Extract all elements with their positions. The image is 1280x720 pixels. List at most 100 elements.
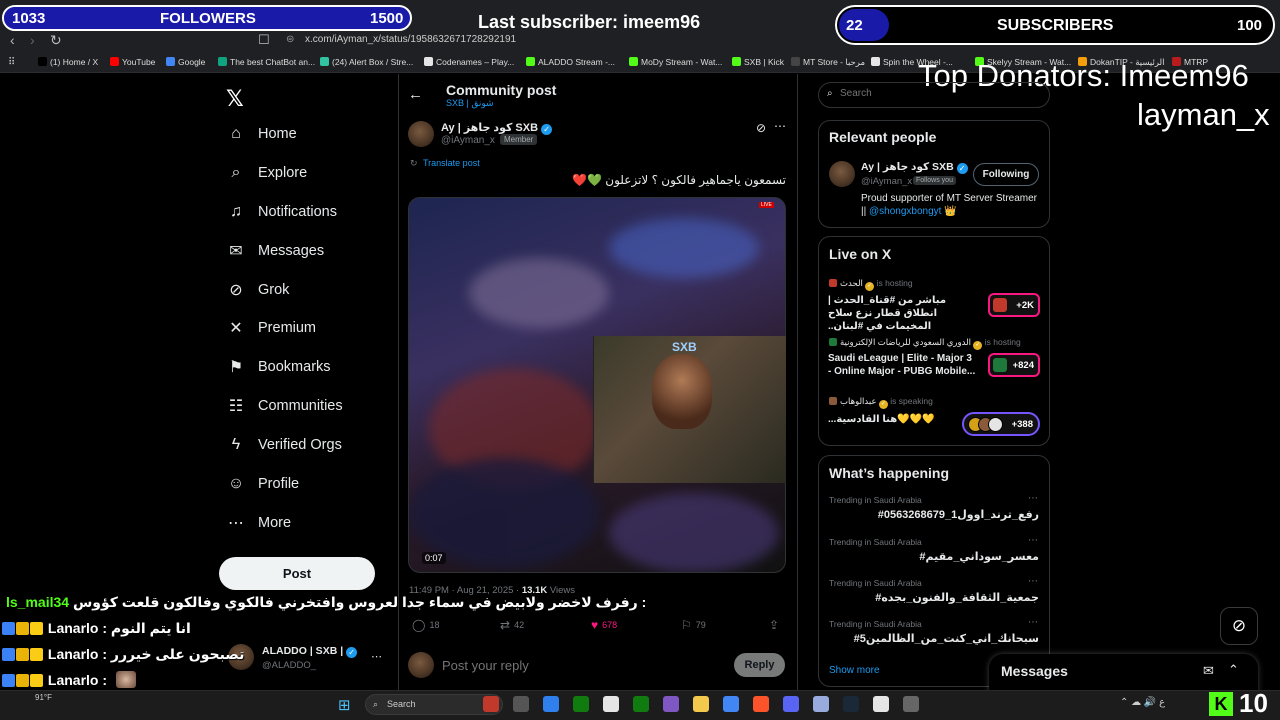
live-host[interactable]: الحدث ✓ is hosting bbox=[829, 278, 913, 291]
relevant-person-avatar[interactable] bbox=[829, 161, 855, 187]
bookmark-item[interactable]: Google bbox=[166, 57, 205, 67]
discord-icon[interactable] bbox=[783, 696, 799, 712]
relevant-person-name[interactable]: Ay | كود جاهز SXB ✓ bbox=[861, 161, 968, 174]
more-options-icon[interactable]: ⋯ bbox=[774, 119, 786, 133]
sidebar-item-verified-orgs[interactable]: ϟ Verified Orgs bbox=[226, 431, 386, 459]
following-button[interactable]: Following bbox=[973, 163, 1039, 186]
bookmark-item[interactable]: The best ChatBot an... bbox=[218, 57, 315, 67]
live-listener-count[interactable]: +2K bbox=[988, 293, 1040, 317]
bookmark-item[interactable]: (1) Home / X bbox=[38, 57, 98, 67]
weather-widget[interactable]: 91°F bbox=[35, 693, 52, 702]
chrome-icon[interactable] bbox=[723, 696, 739, 712]
author-name[interactable]: Ay | كود جاهز SXB ✓ bbox=[441, 121, 553, 135]
obs-icon[interactable] bbox=[903, 696, 919, 712]
grok-icon[interactable]: ⊘ bbox=[756, 121, 766, 135]
search-input[interactable] bbox=[840, 88, 1040, 99]
reply-author-handle[interactable]: @ALADDO_ bbox=[262, 660, 316, 671]
relevant-people-title: Relevant people bbox=[829, 129, 937, 145]
bookmark-page-icon[interactable]: ☐ bbox=[258, 32, 270, 48]
trend-name[interactable]: #معسر_سوداني_مقيم bbox=[829, 550, 1039, 563]
trend-name[interactable]: #سبحانك_اني_كنت_من_الظالمين5 bbox=[829, 632, 1039, 645]
site-info-icon[interactable]: ⊜ bbox=[286, 34, 294, 45]
share-action[interactable]: ⇪ bbox=[769, 618, 779, 632]
trend-more-icon[interactable]: ⋯ bbox=[1028, 576, 1038, 587]
reply-author-name[interactable]: ALADDO | SXB | ✓ bbox=[262, 645, 358, 658]
app-icon[interactable] bbox=[483, 696, 499, 712]
xbox-game-icon[interactable] bbox=[633, 696, 649, 712]
task-view-icon[interactable] bbox=[513, 696, 529, 712]
back-arrow-icon[interactable]: ‹ bbox=[10, 32, 15, 48]
reply-input[interactable] bbox=[442, 658, 722, 673]
top-donator-second: layman_x bbox=[1137, 97, 1270, 132]
bookmark-item[interactable]: Codenames – Play... bbox=[424, 57, 514, 67]
bio-mention[interactable]: @shongxbongyt bbox=[869, 206, 941, 217]
like-action[interactable]: ♥ 678 bbox=[591, 618, 617, 632]
brave-icon[interactable] bbox=[753, 696, 769, 712]
trend-more-icon[interactable]: ⋯ bbox=[1028, 535, 1038, 546]
sidebar-item-communities[interactable]: ☷ Communities bbox=[226, 392, 386, 420]
sidebar-item-more[interactable]: ⋯ More bbox=[226, 509, 386, 537]
file-explorer-icon[interactable] bbox=[693, 696, 709, 712]
widgets-icon[interactable] bbox=[543, 696, 559, 712]
sidebar-item-bookmarks[interactable]: ⚑ Bookmarks bbox=[226, 353, 386, 381]
bookmark-item[interactable]: MT Store - مرحبا bbox=[791, 57, 865, 68]
author-handle[interactable]: @iAyman_x bbox=[441, 135, 495, 146]
sidebar-item-profile[interactable]: ☺ Profile bbox=[226, 470, 386, 498]
author-avatar[interactable] bbox=[408, 121, 434, 147]
sidebar-item-grok[interactable]: ⊘ Grok bbox=[226, 276, 386, 304]
repost-count: 42 bbox=[514, 620, 525, 630]
show-more-link[interactable]: Show more bbox=[829, 665, 880, 676]
bookmark-item[interactable]: SXB | Kick bbox=[732, 57, 784, 67]
x-logo-icon[interactable]: 𝕏 bbox=[226, 86, 244, 112]
post-button[interactable]: Post bbox=[219, 557, 375, 590]
app-icon[interactable] bbox=[873, 696, 889, 712]
address-bar[interactable]: x.com/iAyman_x/status/195863267172829219… bbox=[305, 34, 516, 45]
live-title[interactable]: Saudi eLeague | Elite - Major 3 - Online… bbox=[828, 352, 978, 378]
more-options-icon[interactable]: ⋯ bbox=[371, 650, 382, 663]
bookmark-label: MT Store - مرحبا bbox=[803, 57, 866, 67]
trend-more-icon[interactable]: ⋯ bbox=[1028, 617, 1038, 628]
trend-more-icon[interactable]: ⋯ bbox=[1028, 493, 1038, 504]
bookmark-item[interactable]: YouTube bbox=[110, 57, 155, 67]
bookmark-item[interactable]: (24) Alert Box / Stre... bbox=[320, 57, 413, 67]
taskbar-search-text[interactable]: Search bbox=[387, 699, 416, 709]
sidebar-item-premium[interactable]: ✕ Premium bbox=[226, 314, 386, 342]
windows-start-icon[interactable]: ⊞ bbox=[338, 696, 351, 714]
sidebar-item-home[interactable]: ⌂ Home bbox=[226, 120, 386, 148]
reload-icon[interactable]: ↻ bbox=[50, 32, 62, 49]
community-name[interactable]: SXB | شونق bbox=[446, 98, 494, 109]
notepad-icon[interactable] bbox=[813, 696, 829, 712]
sidebar-item-messages[interactable]: ✉ Messages bbox=[226, 237, 386, 265]
xbox-icon[interactable] bbox=[573, 696, 589, 712]
space-listeners[interactable]: +388 bbox=[962, 412, 1040, 436]
repost-action[interactable]: ⇄ 42 bbox=[500, 618, 524, 632]
system-tray[interactable]: ⌃ ☁ 🔊 ع bbox=[1120, 697, 1165, 708]
reply-button[interactable]: Reply bbox=[734, 653, 785, 677]
live-host[interactable]: عبدالوهاب ✓ is speaking bbox=[829, 396, 933, 409]
bookmark-item[interactable]: ALADDO Stream -... bbox=[526, 57, 615, 67]
steam-icon[interactable] bbox=[843, 696, 859, 712]
grok-floating-button[interactable]: ⊘ bbox=[1220, 607, 1258, 645]
back-arrow-icon[interactable]: ← bbox=[408, 86, 423, 103]
trend-name[interactable]: #رفع_ترند_اوول1_0563268679 bbox=[829, 508, 1039, 521]
apps-grid-icon[interactable]: ⠿ bbox=[8, 57, 15, 68]
live-listener-count[interactable]: +824 bbox=[988, 353, 1040, 377]
compose-message-icon[interactable]: ✉ bbox=[1203, 663, 1214, 679]
discord-app-icon[interactable] bbox=[663, 696, 679, 712]
trend-name[interactable]: #جمعية_الثقافة_والفنون_بجده bbox=[829, 591, 1039, 604]
sidebar-item-label: Communities bbox=[258, 398, 343, 414]
live-title[interactable]: 💛💛💛هنا القادسية... bbox=[828, 413, 978, 426]
translate-post-link[interactable]: Translate post bbox=[423, 158, 480, 168]
expand-messages-icon[interactable]: ⌃ bbox=[1228, 662, 1239, 678]
reply-action[interactable]: ◯ 18 bbox=[412, 618, 439, 632]
sidebar-item-notifications[interactable]: ♫ Notifications bbox=[226, 198, 386, 226]
forward-arrow-icon[interactable]: › bbox=[30, 32, 35, 48]
chat-badge-icon bbox=[2, 674, 15, 687]
sidebar-item-explore[interactable]: ⌕ Explore bbox=[226, 159, 386, 187]
bookmark-item[interactable]: MoDy Stream - Wat... bbox=[629, 57, 722, 67]
live-title[interactable]: مباشر من #قناة_الحدث | انطلاق قطار نزع س… bbox=[828, 294, 978, 333]
store-icon[interactable] bbox=[603, 696, 619, 712]
relevant-person-handle[interactable]: @iAyman_x bbox=[861, 176, 912, 187]
live-host[interactable]: الدوري السعودي للرياضات الإلكترونية ✓ is… bbox=[829, 337, 1021, 350]
bookmark-action[interactable]: ⚐ 79 bbox=[681, 618, 706, 632]
